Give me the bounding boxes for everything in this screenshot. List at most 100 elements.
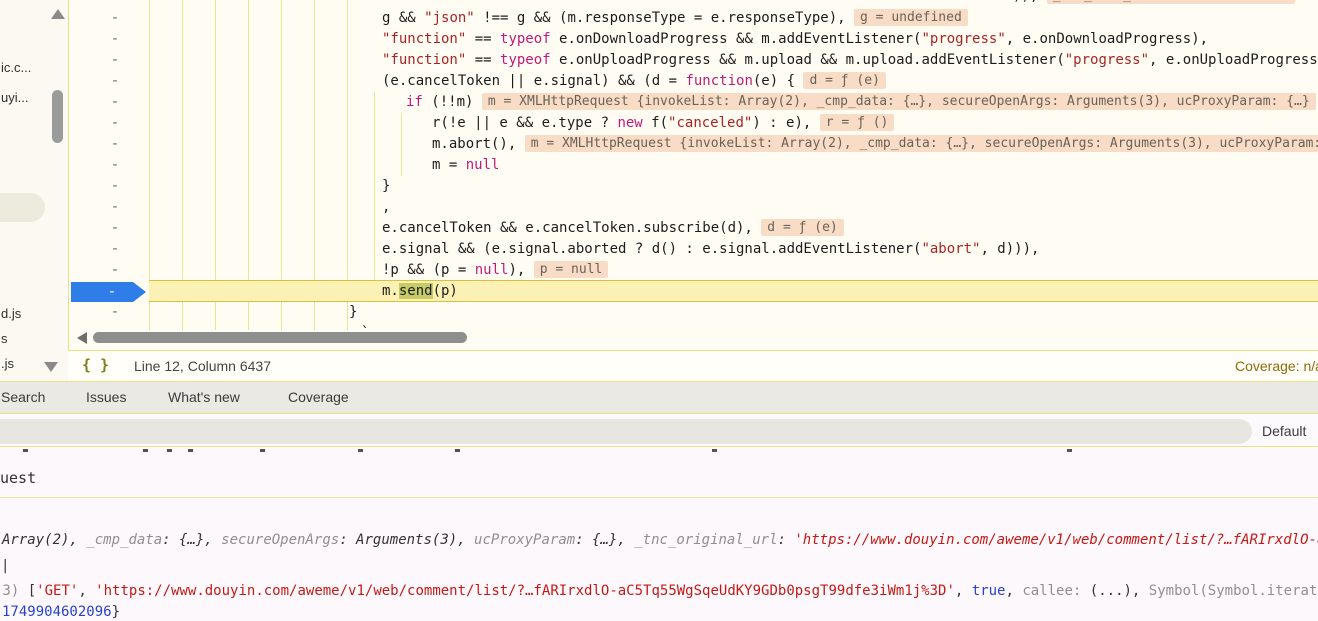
scroll-left-arrow-icon[interactable] [77, 332, 87, 344]
drawer-tab-issues[interactable]: Issues [86, 389, 126, 405]
debugger-value-hint[interactable]: d = ƒ (e) [803, 72, 886, 89]
code-line[interactable]: "function" == typeof e.onDownloadProgres… [149, 29, 1318, 50]
code-text: "progress" [1064, 52, 1150, 68]
console-value[interactable]: 1749904602096} [2, 603, 120, 621]
code-line[interactable]: (e.cancelToken || e.signal) && (d = func… [149, 71, 1318, 92]
file-tree-item[interactable]: .js [1, 356, 14, 371]
console-text: | [1, 558, 10, 574]
gutter-line-marker[interactable]: - [105, 260, 125, 281]
gutter-line-marker[interactable]: - [105, 197, 125, 218]
coverage-status-label[interactable]: Coverage: n/a [1235, 358, 1318, 374]
drawer-tab-what-s-new[interactable]: What's new [168, 389, 240, 405]
debugger-value-hint[interactable]: m = XMLHttpRequest {invokeList: Array(2)… [524, 135, 1318, 152]
code-text: e.onDownloadProgress && m.addEventListen… [550, 31, 922, 47]
code-line[interactable]: } [149, 176, 1318, 197]
gutter-line-marker[interactable]: - [105, 302, 125, 323]
scroll-up-arrow-icon[interactable] [51, 9, 65, 19]
log-levels-dropdown[interactable]: Default [1262, 423, 1306, 439]
code-text: null [474, 262, 509, 278]
console-output: uest Array(2), _cmp_data: {…}, secureOpen… [0, 447, 1318, 621]
devtools-window: ic.c... uyi... d.js s .js )), _ _ _g && "jso… [0, 0, 1318, 621]
console-text: uest [0, 469, 37, 487]
debugger-value-hint[interactable]: m = XMLHttpRequest {invokeList: Array(2)… [481, 93, 1316, 110]
debugger-value-hint[interactable]: g = undefined [854, 9, 968, 26]
code-text: e.cancelToken && e.cancelToken.subscribe… [382, 220, 762, 236]
console-text: } [111, 604, 121, 620]
clipped-text-fragment [167, 449, 172, 452]
code-line-clipped[interactable]: )), _ _ _ [149, 0, 1318, 7]
code-line[interactable]: !p && (p = null), p = null [149, 260, 1318, 281]
code-text: "json" [424, 10, 475, 26]
execution-line[interactable]: m.send(p) [149, 280, 1318, 302]
clipped-text-fragment [260, 449, 265, 452]
drawer-tab-search[interactable]: Search [1, 389, 45, 405]
code-text: typeof [500, 31, 551, 47]
gutter-line-marker[interactable]: - [105, 155, 125, 176]
sidebar-scrollbar-thumb[interactable] [52, 90, 63, 143]
debugger-value-hint[interactable]: r = ƒ () [819, 114, 895, 131]
gutter-line-marker[interactable]: - [105, 50, 125, 71]
debugger-value-hint[interactable]: p = null [533, 261, 609, 278]
code-text: ) : e), [752, 115, 820, 131]
code-line[interactable]: } [149, 302, 1318, 323]
console-text: Symbol(Symbol.iterator): [1148, 583, 1318, 599]
console-text: : [777, 532, 795, 548]
code-line[interactable]: r(!e || e && e.type ? new f("canceled") … [149, 113, 1318, 134]
gutter-line-marker[interactable]: - [105, 92, 125, 113]
clipped-text-fragment [1067, 449, 1072, 452]
cursor-position-label: Line 12, Column 6437 [134, 358, 271, 374]
code-line[interactable]: m = null [149, 155, 1318, 176]
code-line[interactable]: "function" == typeof e.onUploadProgress … [149, 50, 1318, 71]
code-text: )), [1013, 0, 1047, 4]
console-text: : {…}, [575, 532, 635, 548]
code-line[interactable]: if (!!m) m = XMLHttpRequest {invokeList:… [149, 92, 1318, 113]
code-text: } [349, 304, 358, 320]
scroll-down-arrow-icon[interactable] [44, 362, 58, 372]
code-line[interactable]: , [149, 197, 1318, 218]
console-text: _tnc_original_url [634, 532, 778, 548]
drawer-tab-coverage[interactable]: Coverage [288, 389, 349, 405]
gutter-line-marker[interactable]: - [105, 218, 125, 239]
sources-navigator-sidebar: ic.c... uyi... d.js s .js [0, 0, 68, 381]
code-editor[interactable]: )), _ _ _g && "json" !== g && (m.respons… [68, 0, 1318, 350]
file-tree-item[interactable]: ic.c... [1, 60, 31, 75]
console-text: 'GET' [36, 583, 79, 599]
code-text: m.abort(), [432, 136, 525, 152]
file-tree-item[interactable]: uyi... [1, 90, 28, 105]
console-text: , [954, 583, 972, 599]
console-clipped-text[interactable]: uest [0, 469, 36, 488]
code-text: ), [508, 262, 534, 278]
code-line[interactable]: e.cancelToken && e.cancelToken.subscribe… [149, 218, 1318, 239]
console-filter-input[interactable] [0, 419, 1252, 444]
gutter-line-marker[interactable]: - [105, 113, 125, 134]
gutter-line-marker[interactable]: - [105, 176, 125, 197]
editor-status-bar: { } Line 12, Column 6437 Coverage: n/a [68, 350, 1318, 381]
console-text: true [971, 583, 1006, 599]
code-line[interactable]: m.abort(), m = XMLHttpRequest {invokeLis… [149, 134, 1318, 155]
editor-hscrollbar-thumb[interactable] [93, 332, 467, 343]
gutter-line-marker[interactable]: - [105, 29, 125, 50]
console-array-preview[interactable]: (3) ['GET', 'https://www.douyin.com/awem… [0, 582, 1318, 601]
code-line[interactable]: g && "json" !== g && (m.responseType = e… [149, 8, 1318, 29]
pretty-print-icon[interactable]: { } [82, 356, 109, 374]
code-line[interactable]: e.signal && (e.signal.aborted ? d() : e.… [149, 239, 1318, 260]
gutter-line-marker[interactable]: - [105, 8, 125, 29]
code-text: "progress" [921, 31, 1006, 47]
code-text: "function" [382, 52, 467, 68]
code-text: "canceled" [668, 115, 753, 131]
code-text: !== g && (m.responseType = e.responseTyp… [474, 10, 855, 26]
console-clipped-text[interactable]: | [1, 557, 9, 576]
console-text: 1749904602096 [2, 604, 112, 620]
code-text: (p) [432, 283, 458, 299]
gutter-line-marker[interactable]: - [105, 134, 125, 155]
code-text: , e.onUploadProgress), [1149, 52, 1318, 68]
selected-file-highlight[interactable] [0, 193, 45, 222]
gutter-line-marker[interactable]: - [105, 239, 125, 260]
gutter-line-marker[interactable]: - [105, 71, 125, 92]
file-tree-item[interactable]: d.js [1, 306, 21, 321]
code-text: e.onUploadProgress && m.upload && m.uplo… [550, 52, 1065, 68]
console-object-preview[interactable]: Array(2), _cmp_data: {…}, secureOpenArgs… [2, 531, 1318, 550]
code-text: , [382, 199, 391, 215]
debugger-value-hint[interactable]: d = ƒ (e) [761, 219, 844, 236]
file-tree-item[interactable]: s [1, 331, 8, 346]
